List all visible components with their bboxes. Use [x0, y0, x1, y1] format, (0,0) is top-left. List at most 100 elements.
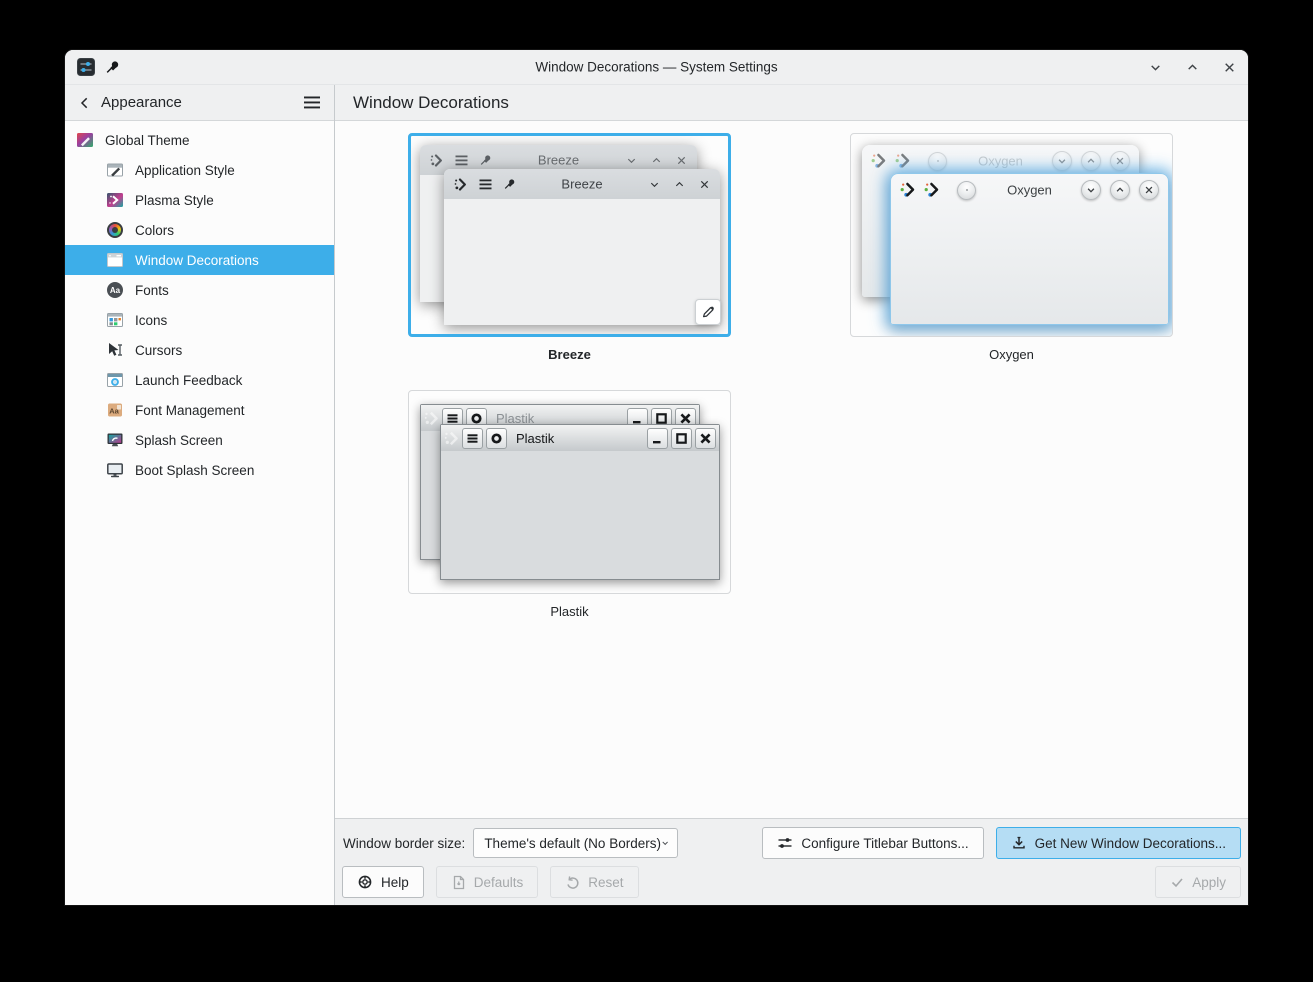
border-size-combobox[interactable]: Theme's default (No Borders) — [473, 828, 678, 858]
sidebar-item-label: Global Theme — [105, 133, 190, 148]
border-size-value: Theme's default (No Borders) — [484, 836, 661, 851]
sidebar-item-colors[interactable]: Colors — [65, 215, 334, 245]
sidebar-item-icons[interactable]: Icons — [65, 305, 334, 335]
preview-window-title: Oxygen — [1007, 183, 1052, 198]
chevron-down-icon — [661, 837, 669, 849]
application-style-icon — [106, 161, 124, 179]
kde-logo-icon — [871, 153, 887, 169]
minimize-button[interactable] — [1148, 60, 1162, 74]
sidebar-item-label: Plasma Style — [135, 193, 214, 208]
plastik-preview-front-window: Plastik — [440, 424, 720, 580]
kde-logo-icon — [924, 182, 940, 198]
back-icon[interactable] — [78, 96, 92, 110]
theme-caption-breeze: Breeze — [408, 347, 731, 362]
close-icon — [699, 179, 710, 190]
sidebar-item-label: Colors — [135, 223, 174, 238]
menu-button — [928, 152, 947, 171]
sliders-icon — [777, 835, 793, 851]
menu-icon — [455, 155, 468, 166]
preview-window-title: Breeze — [538, 153, 579, 168]
sidebar-item-launch-feedback[interactable]: Launch Feedback — [65, 365, 334, 395]
cursors-icon — [106, 341, 124, 359]
sidebar-item-plasma-style[interactable]: Plasma Style — [65, 185, 334, 215]
help-button[interactable]: Help — [342, 866, 424, 898]
colors-icon — [106, 221, 124, 239]
theme-caption-plastik: Plastik — [408, 604, 731, 619]
kde-logo-icon — [430, 154, 443, 167]
apply-button[interactable]: Apply — [1155, 866, 1241, 898]
svg-text:Aa: Aa — [109, 407, 119, 416]
get-new-window-decorations-button[interactable]: Get New Window Decorations... — [996, 827, 1241, 859]
pin-icon — [480, 154, 492, 166]
configure-titlebar-buttons-button[interactable]: Configure Titlebar Buttons... — [762, 827, 983, 859]
minimize-icon — [626, 155, 637, 166]
reset-button[interactable]: Reset — [550, 866, 638, 898]
window-decorations-icon — [106, 251, 124, 269]
close-button — [1139, 180, 1159, 200]
pencil-icon — [701, 305, 715, 319]
pin-button — [486, 428, 507, 449]
sidebar-item-label: Fonts — [135, 283, 169, 298]
maximize-button — [671, 428, 692, 449]
breeze-preview-front-window: Breeze — [444, 169, 720, 325]
minimize-icon — [649, 179, 660, 190]
boot-splash-screen-icon — [106, 461, 124, 479]
theme-caption-oxygen: Oxygen — [850, 347, 1173, 362]
main-pane: Window Decorations Breeze — [335, 85, 1248, 905]
maximize-button — [1110, 180, 1130, 200]
sidebar-item-label: Boot Splash Screen — [135, 463, 254, 478]
window-title: Window Decorations — System Settings — [535, 60, 777, 75]
sidebar-item-global-theme[interactable]: Global Theme — [65, 125, 334, 155]
theme-card-plastik[interactable]: Plastik — [408, 390, 731, 594]
maximize-button[interactable] — [1185, 60, 1199, 74]
svg-text:Aa: Aa — [110, 286, 121, 295]
pin-icon[interactable] — [106, 60, 120, 74]
preview-window-title: Breeze — [561, 177, 602, 192]
sidebar-item-splash-screen[interactable]: Splash Screen — [65, 425, 334, 455]
sidebar-list: Global Theme Application Style Plasma St… — [65, 121, 334, 485]
sidebar-item-label: Launch Feedback — [135, 373, 242, 388]
preview-window-title: Oxygen — [978, 154, 1023, 169]
sidebar-item-application-style[interactable]: Application Style — [65, 155, 334, 185]
preview-window-title: Plastik — [516, 431, 554, 446]
close-button — [1110, 151, 1130, 171]
launch-feedback-icon — [106, 371, 124, 389]
theme-card-breeze[interactable]: Breeze — [408, 133, 731, 337]
page-header: Window Decorations — [335, 85, 1248, 121]
undo-icon — [565, 875, 580, 890]
sidebar: Appearance Global Theme Application S — [65, 85, 335, 905]
close-icon — [676, 155, 687, 166]
page-title: Window Decorations — [353, 93, 509, 113]
border-size-label: Window border size: — [343, 836, 465, 851]
sidebar-item-label: Splash Screen — [135, 433, 223, 448]
menu-icon — [479, 179, 492, 190]
edit-theme-button[interactable] — [695, 299, 721, 325]
help-icon — [357, 874, 373, 890]
oxygen-preview-front-window: Oxygen — [890, 173, 1169, 325]
minimize-button — [1052, 151, 1072, 171]
sidebar-header: Appearance — [65, 85, 334, 121]
sidebar-item-fonts[interactable]: Aa Fonts — [65, 275, 334, 305]
sidebar-item-cursors[interactable]: Cursors — [65, 335, 334, 365]
sidebar-item-label: Window Decorations — [135, 253, 259, 268]
sidebar-item-font-management[interactable]: Aa Font Management — [65, 395, 334, 425]
kde-logo-icon — [895, 153, 911, 169]
theme-card-oxygen[interactable]: Oxygen — [850, 133, 1173, 337]
defaults-label: Defaults — [474, 875, 524, 890]
sidebar-menu-icon[interactable] — [303, 96, 321, 109]
font-management-icon: Aa — [106, 401, 124, 419]
breadcrumb[interactable]: Appearance — [101, 94, 182, 111]
defaults-button[interactable]: Defaults — [436, 866, 539, 898]
fonts-icon: Aa — [106, 281, 124, 299]
sidebar-item-boot-splash-screen[interactable]: Boot Splash Screen — [65, 455, 334, 485]
menu-button — [462, 428, 483, 449]
kde-logo-icon — [444, 431, 459, 446]
sidebar-item-window-decorations[interactable]: Window Decorations — [65, 245, 334, 275]
kde-logo-icon — [900, 182, 916, 198]
apply-label: Apply — [1192, 875, 1226, 890]
sidebar-item-label: Font Management — [135, 403, 245, 418]
close-button[interactable] — [1222, 60, 1236, 74]
theme-grid: Breeze — [335, 121, 1248, 818]
configure-titlebar-buttons-label: Configure Titlebar Buttons... — [801, 836, 968, 851]
checkmark-icon — [1170, 875, 1184, 889]
